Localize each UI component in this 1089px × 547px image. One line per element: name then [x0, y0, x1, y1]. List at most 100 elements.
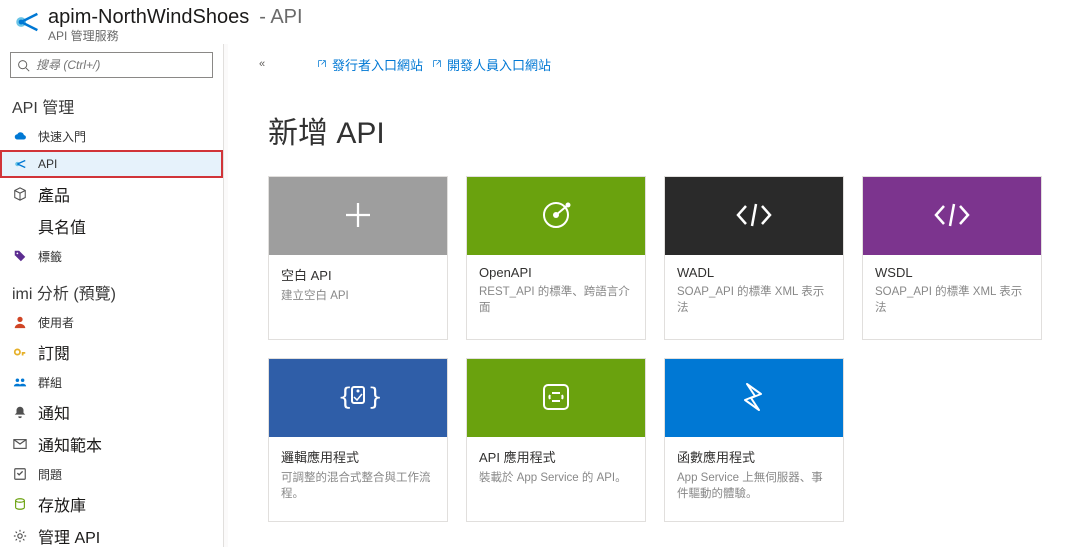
- sidebar-item-標籤[interactable]: 標籤: [0, 242, 223, 270]
- tile-description: 可調整的混合式整合與工作流程。: [281, 470, 435, 502]
- tile-body: 空白 API 建立空白 API: [269, 255, 447, 339]
- tile-icon-area: [467, 177, 645, 255]
- code-icon: [932, 200, 972, 233]
- openapi-icon: [536, 195, 576, 238]
- tile-body: API 應用程式裝載於 App Service 的 API。: [467, 437, 645, 521]
- tag-icon: [12, 248, 28, 264]
- sidebar-item-快速入門[interactable]: 快速入門: [0, 122, 223, 150]
- tile-title: WADL: [677, 265, 831, 280]
- tile-icon-area: {}: [269, 359, 447, 437]
- search-icon: [17, 59, 30, 72]
- function-icon: [735, 378, 773, 419]
- sidebar-item-通知範本[interactable]: 通知範本: [0, 428, 223, 460]
- resource-suffix: - API: [259, 6, 302, 29]
- cloud-icon: [12, 128, 28, 144]
- sidebar: API 管理快速入門 API 產品具名值標籤 imi 分析 (預覽) 使用者訂閱群組通知…: [0, 44, 224, 547]
- page-title: 新增 API: [268, 108, 1089, 152]
- section-heading: imi 分析 (預覽): [0, 270, 223, 308]
- header: apim-NorthWindShoes - API API 管理服務: [0, 0, 1089, 44]
- tile-函數應用程式[interactable]: 函數應用程式 App Service 上無伺服器、事件驅動的體驗。: [664, 358, 844, 522]
- svg-text:{: {: [338, 383, 352, 411]
- cube-icon: [12, 186, 28, 202]
- tile-title: 空白 API: [281, 265, 435, 284]
- sidebar-item-label: 管理 API: [38, 524, 100, 547]
- svg-text:}: }: [368, 383, 380, 411]
- sidebar-item-管理 API[interactable]: 管理 API: [0, 520, 223, 547]
- issue-icon: [12, 466, 28, 482]
- developer-portal-link[interactable]: 開發人員入口網站: [431, 55, 551, 74]
- sidebar-item-使用者[interactable]: 使用者: [0, 308, 223, 336]
- tile-API 應用程式[interactable]: API 應用程式裝載於 App Service 的 API。: [466, 358, 646, 522]
- sidebar-item-label: 存放庫: [38, 492, 86, 516]
- sidebar-item-label: 通知範本: [38, 432, 102, 456]
- tile-body: WADL SOAP_API 的標準 XML 表示法: [665, 255, 843, 339]
- sidebar-item-label: 產品: [38, 182, 70, 206]
- tile-icon-area: [863, 177, 1041, 255]
- resource-type: API 管理服務: [48, 27, 303, 44]
- section-heading: API 管理: [0, 84, 223, 122]
- tile-邏輯應用程式[interactable]: {} 邏輯應用程式可調整的混合式整合與工作流程。: [268, 358, 448, 522]
- sidebar-item-label: 具名值: [38, 214, 86, 238]
- tile-body: OpenAPI REST_API 的標準、跨語言介面: [467, 255, 645, 339]
- tile-icon-area: [665, 359, 843, 437]
- api-icon: [12, 156, 28, 172]
- tile-body: 函數應用程式 App Service 上無伺服器、事件驅動的體驗。: [665, 437, 843, 521]
- tiles-grid: 空白 API 建立空白 API OpenAPI REST_API 的標準、跨語言介面 W…: [252, 176, 1089, 522]
- tile-title: OpenAPI: [479, 265, 633, 280]
- sidebar-item-存放庫[interactable]: 存放庫: [0, 488, 223, 520]
- external-link-icon: [316, 58, 328, 70]
- tile-WSDL[interactable]: WSDL SOAP_API 的標準 XML 表示法: [862, 176, 1042, 340]
- search-input-wrap[interactable]: [10, 52, 213, 78]
- tile-body: 邏輯應用程式可調整的混合式整合與工作流程。: [269, 437, 447, 521]
- tile-description: REST_API 的標準、跨語言介面: [479, 284, 633, 316]
- sidebar-item-label: 使用者: [38, 314, 74, 331]
- sidebar-item-訂閱[interactable]: 訂閱: [0, 336, 223, 368]
- tile-title: API 應用程式: [479, 447, 633, 466]
- sidebar-item-通知[interactable]: 通知: [0, 396, 223, 428]
- sidebar-item-label: 群組: [38, 374, 62, 391]
- tile-title: 函數應用程式: [677, 447, 831, 466]
- tile-description: App Service 上無伺服器、事件驅動的體驗。: [677, 470, 831, 502]
- tile-description: SOAP_API 的標準 XML 表示法: [875, 284, 1029, 316]
- sidebar-item-群組[interactable]: 群組: [0, 368, 223, 396]
- repo-icon: [12, 496, 28, 512]
- tile-WADL[interactable]: WADL SOAP_API 的標準 XML 表示法: [664, 176, 844, 340]
- publisher-portal-link[interactable]: 發行者入口網站: [316, 55, 423, 74]
- sidebar-item-問題[interactable]: 問題: [0, 460, 223, 488]
- tile-icon-area: [467, 359, 645, 437]
- sidebar-item-label: 訂閱: [38, 340, 70, 364]
- tile-icon-area: [665, 177, 843, 255]
- bell-icon: [12, 404, 28, 420]
- apim-logo-icon: [13, 9, 39, 35]
- code-icon: [734, 200, 774, 233]
- tile-description: 建立空白 API: [281, 288, 435, 304]
- service-logo: [10, 6, 42, 38]
- tile-title: WSDL: [875, 265, 1029, 280]
- page-breadcrumb: apim-NorthWindShoes - API: [48, 6, 303, 29]
- content-area: « 發行者入口網站 開發人員入口網站 新增 API 空白 API 建立空白 API…: [224, 44, 1089, 547]
- tile-description: SOAP_API 的標準 XML 表示法: [677, 284, 831, 316]
- sidebar-item-API[interactable]: API: [0, 150, 223, 178]
- sidebar-item-label: 快速入門: [38, 128, 86, 145]
- mail-icon: [12, 436, 28, 452]
- resource-name: apim-NorthWindShoes: [48, 6, 249, 29]
- tile-空白 API[interactable]: 空白 API 建立空白 API: [268, 176, 448, 340]
- plus-icon: [340, 197, 376, 236]
- external-link-icon: [431, 58, 443, 70]
- collapse-sidebar-button[interactable]: «: [252, 58, 272, 70]
- sidebar-item-具名值[interactable]: 具名值: [0, 210, 223, 242]
- key-icon: [12, 344, 28, 360]
- tile-icon-area: [269, 177, 447, 255]
- sidebar-item-label: API: [38, 157, 57, 171]
- search-input[interactable]: [30, 58, 206, 72]
- sidebar-item-label: 標籤: [38, 248, 62, 265]
- user-icon: [12, 314, 28, 330]
- logic-icon: {}: [336, 379, 380, 418]
- sidebar-item-產品[interactable]: 產品: [0, 178, 223, 210]
- sidebar-item-label: 問題: [38, 466, 62, 483]
- tile-OpenAPI[interactable]: OpenAPI REST_API 的標準、跨語言介面: [466, 176, 646, 340]
- group-icon: [12, 374, 28, 390]
- blank-icon: [12, 218, 28, 234]
- gear-icon: [12, 528, 28, 544]
- tile-description: 裝載於 App Service 的 API。: [479, 470, 633, 486]
